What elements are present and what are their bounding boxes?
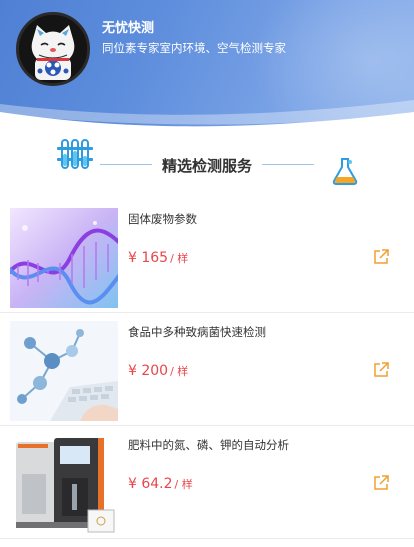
profile-header: 无忧快测 同位素专家室内环境、空气检测专家 — [0, 0, 414, 130]
lucky-cat-icon — [19, 15, 87, 83]
share-icon[interactable] — [372, 248, 390, 266]
price-value: ¥ 165 — [128, 250, 169, 266]
product-price: ¥ 200/ 样 — [128, 363, 188, 379]
lab-analyzer-image[interactable] — [10, 434, 118, 534]
brand-slogan: 同位素专家室内环境、空气检测专家 — [102, 41, 286, 55]
product-name[interactable]: 固体废物参数 — [128, 211, 197, 227]
product-price: ¥ 64.2/ 样 — [128, 476, 193, 492]
avatar[interactable] — [16, 12, 90, 86]
product-card[interactable]: 肥料中的氮、磷、钾的自动分析 ¥ 64.2/ 样 — [0, 426, 414, 539]
price-unit: / 样 — [170, 252, 189, 265]
share-icon[interactable] — [372, 361, 390, 379]
price-value: ¥ 200 — [128, 363, 169, 379]
dna-helix-image[interactable] — [10, 208, 118, 308]
molecule-keyboard-image[interactable] — [10, 321, 118, 421]
flask-icon — [332, 158, 358, 185]
product-name[interactable]: 食品中多种致病菌快速检测 — [128, 324, 266, 340]
title-line-right — [262, 164, 314, 165]
price-unit: / 样 — [174, 478, 193, 491]
share-icon[interactable] — [372, 474, 390, 492]
product-list: 固体废物参数 ¥ 165/ 样 食品中多种致病菌快速检测 ¥ 200 / 样 肥… — [0, 200, 414, 539]
product-card[interactable]: 固体废物参数 ¥ 165/ 样 — [0, 200, 414, 313]
price-unit: / 样 — [170, 365, 189, 378]
brand-name: 无忧快测 — [102, 21, 155, 36]
product-price: ¥ 165/ 样 — [128, 250, 188, 266]
product-name[interactable]: 肥料中的氮、磷、钾的自动分析 — [128, 437, 289, 453]
section-header: 精选检测服务 — [0, 134, 414, 194]
product-card[interactable]: 食品中多种致病菌快速检测 ¥ 200/ 样 — [0, 313, 414, 426]
price-value: ¥ 64.2 — [128, 476, 173, 492]
